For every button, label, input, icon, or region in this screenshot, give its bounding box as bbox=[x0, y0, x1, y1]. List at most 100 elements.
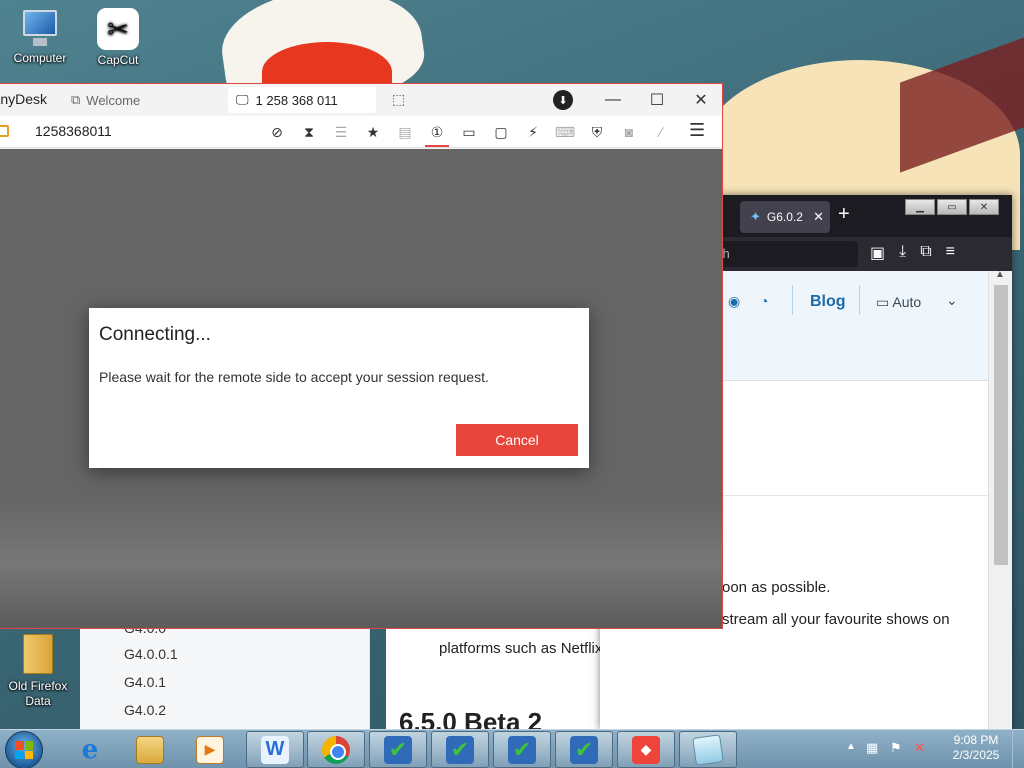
star-icon[interactable]: ★ bbox=[357, 116, 389, 148]
taskbar-task-app-4[interactable]: ✔ bbox=[555, 731, 613, 768]
sidebar-link[interactable]: G4.0.2 bbox=[124, 702, 166, 718]
tab-label: 1 258 368 011 bbox=[255, 92, 338, 108]
clock-time: 9:08 PM bbox=[953, 733, 999, 747]
file-icon[interactable]: ▤ bbox=[389, 116, 421, 148]
reddit-icon[interactable]: ◉ bbox=[728, 293, 740, 310]
checkmark-app-icon: ✔ bbox=[570, 735, 598, 764]
chevron-down-icon[interactable]: ⌄ bbox=[946, 292, 958, 309]
show-desktop-button[interactable] bbox=[1012, 729, 1024, 768]
maximize-button[interactable]: ▭ bbox=[937, 199, 967, 215]
database-icon[interactable]: ☰ bbox=[325, 116, 357, 148]
rss-icon[interactable]: ◔ bbox=[760, 293, 768, 309]
firefox-tab[interactable]: ✦ G6.0.2 ✕ bbox=[740, 201, 830, 233]
theme-selector[interactable]: ▭ Auto bbox=[876, 294, 921, 311]
download-icon[interactable]: ⤓ bbox=[899, 243, 906, 263]
chat-icon[interactable]: ▢ bbox=[485, 116, 517, 148]
close-button[interactable]: ✕ bbox=[687, 88, 715, 112]
site-favicon-icon: ✦ bbox=[750, 209, 761, 224]
scroll-up-icon[interactable]: ▲ bbox=[995, 271, 1005, 280]
new-tab-icon[interactable]: + bbox=[838, 203, 850, 226]
toolbar-icons: ▣ ⤓ ⧉ ≡ bbox=[870, 243, 955, 263]
minimize-button[interactable]: ▁ bbox=[905, 199, 935, 215]
app-title: AnyDesk bbox=[0, 91, 48, 107]
nav-blog-link[interactable]: Blog bbox=[810, 293, 846, 311]
desktop-icon-capcut[interactable]: ✂ CapCut bbox=[80, 8, 156, 68]
maximize-button[interactable]: ☐ bbox=[643, 88, 671, 112]
tab-session[interactable]: 🖵 1 258 368 011 bbox=[228, 87, 376, 113]
hamburger-menu-icon[interactable]: ☰ bbox=[689, 120, 705, 141]
folder-icon bbox=[21, 630, 55, 676]
whiteboard-icon[interactable]: ∕ bbox=[645, 116, 677, 148]
capcut-icon: ✂ bbox=[97, 8, 139, 50]
dialog-title: Connecting... bbox=[99, 324, 211, 345]
checkmark-app-icon: ✔ bbox=[384, 735, 412, 764]
taskbar-internet-explorer[interactable]: e bbox=[61, 731, 119, 768]
windows-logo-icon bbox=[15, 741, 33, 759]
close-tab-icon[interactable]: ✕ bbox=[813, 209, 824, 225]
connecting-dialog: Connecting... Please wait for the remote… bbox=[89, 308, 589, 468]
taskbar-media-player[interactable]: ▶ bbox=[181, 731, 239, 768]
desktop-icon-label: Old Firefox Data bbox=[8, 679, 68, 708]
url-bar[interactable]: ch bbox=[710, 241, 858, 267]
desktop-icon-label: Computer bbox=[13, 51, 67, 65]
sidebar-link[interactable]: G4.0.1 bbox=[124, 674, 166, 690]
taskbar-task-app-3[interactable]: ✔ bbox=[493, 731, 551, 768]
page-scrollbar[interactable]: ▲ bbox=[988, 271, 1012, 730]
anydesk-toolbar: 1258368011 ⊘ ⧗ ☰ ★ ▤ ① ▭ ▢ ⚡ ⌨ ⛨ ◙ ∕ ☰ bbox=[0, 116, 722, 148]
content-text: oon as possible. bbox=[722, 579, 831, 596]
tab-label: Welcome bbox=[86, 92, 141, 108]
show-hidden-icons-icon[interactable]: ▲ bbox=[846, 741, 856, 752]
close-button[interactable]: ✕ bbox=[969, 199, 999, 215]
hourglass-icon[interactable]: ⧗ bbox=[293, 116, 325, 148]
actions-icon[interactable]: ⚡ bbox=[517, 116, 549, 148]
desktop-icon-computer[interactable]: Computer bbox=[2, 8, 78, 66]
cancel-button[interactable]: Cancel bbox=[456, 424, 578, 456]
tab-title: G6.0.2 bbox=[766, 210, 803, 224]
session-tools: ⊘ ⧗ ☰ ★ ▤ ① ▭ ▢ ⚡ ⌨ ⛨ ◙ ∕ bbox=[261, 116, 677, 148]
privacy-icon[interactable]: ⊘ bbox=[261, 116, 293, 148]
computer-icon bbox=[19, 8, 61, 48]
minimize-button[interactable]: — bbox=[599, 88, 627, 112]
taskbar-tablet-app[interactable] bbox=[679, 731, 737, 768]
taskbar-anydesk[interactable]: ◆ bbox=[617, 731, 675, 768]
internet-explorer-icon: e bbox=[81, 734, 99, 765]
taskbar-task-app-2[interactable]: ✔ bbox=[431, 731, 489, 768]
action-center-flag-icon[interactable]: ⚑ bbox=[890, 740, 906, 756]
taskbar-task-app-1[interactable]: ✔ bbox=[369, 731, 427, 768]
monitor-icon: 🖵 bbox=[236, 92, 249, 107]
w-app-icon: W bbox=[261, 735, 289, 764]
nav-divider bbox=[792, 285, 793, 315]
desktop-icon-old-firefox-data[interactable]: Old Firefox Data bbox=[0, 630, 76, 709]
keyboard-icon[interactable]: ⌨ bbox=[549, 116, 581, 148]
taskbar-file-explorer[interactable] bbox=[121, 731, 179, 768]
taskbar-chrome[interactable] bbox=[307, 731, 365, 768]
media-player-icon: ▶ bbox=[196, 735, 224, 764]
display-icon[interactable]: ▭ bbox=[453, 116, 485, 148]
address-field[interactable]: 1258368011 bbox=[35, 123, 112, 139]
menu-icon[interactable]: ≡ bbox=[946, 243, 955, 263]
tab-welcome[interactable]: ⧉ Welcome bbox=[59, 87, 221, 113]
nav-divider bbox=[859, 285, 860, 315]
taskbar-w-app[interactable]: W bbox=[246, 731, 304, 768]
volume-muted-icon[interactable]: ✕ bbox=[914, 740, 930, 756]
extensions-icon[interactable]: ⧉ bbox=[920, 243, 931, 263]
welcome-icon: ⧉ bbox=[71, 92, 81, 107]
permissions-icon[interactable]: ⛨ bbox=[581, 116, 613, 148]
new-session-icon[interactable]: ⬚ bbox=[392, 91, 405, 108]
dropdown-menu-icon[interactable]: ⬇ bbox=[553, 90, 573, 110]
record-icon[interactable]: ◙ bbox=[613, 116, 645, 148]
scrollbar-thumb[interactable] bbox=[994, 285, 1008, 565]
dialog-message: Please wait for the remote side to accep… bbox=[99, 369, 489, 385]
tablet-icon bbox=[692, 733, 724, 766]
monitor-1-icon[interactable]: ① bbox=[421, 116, 453, 148]
network-icon[interactable]: ▦ bbox=[866, 740, 882, 756]
anydesk-icon: ◆ bbox=[632, 735, 660, 764]
sidebar-link[interactable]: G4.0.0.1 bbox=[124, 646, 178, 662]
checkmark-app-icon: ✔ bbox=[508, 735, 536, 764]
save-pocket-icon[interactable]: ▣ bbox=[870, 243, 885, 263]
theme-label: Auto bbox=[892, 294, 922, 310]
remote-desk-icon bbox=[0, 125, 9, 137]
system-clock[interactable]: 9:08 PM 2/3/2025 bbox=[944, 733, 1008, 763]
anydesk-titlebar: AnyDesk ⧉ Welcome 🖵 1 258 368 011 ⬚ ⬇ — … bbox=[0, 84, 722, 116]
start-button[interactable] bbox=[5, 731, 43, 768]
